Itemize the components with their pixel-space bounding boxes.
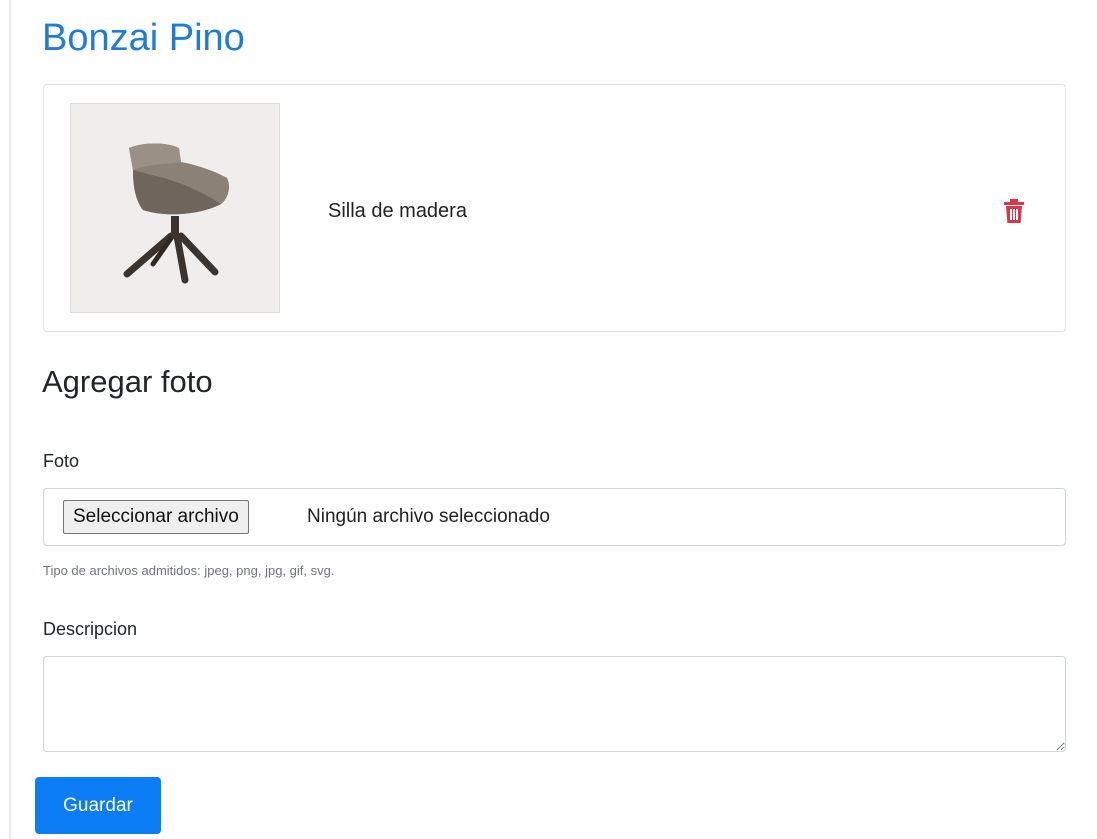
page-title: Bonzai Pino [42,17,245,59]
sidebar-divider [9,0,11,839]
photo-thumbnail [70,103,280,313]
choose-file-button[interactable]: Seleccionar archivo [63,500,249,534]
description-textarea[interactable] [43,656,1066,752]
photo-list-item: Silla de madera [43,84,1066,332]
file-types-help: Tipo de archivos admitidos: jpeg, png, j… [43,563,335,578]
photo-field-label: Foto [43,451,80,471]
delete-photo-button[interactable] [1002,197,1026,225]
file-status-text: Ningún archivo seleccionado [307,506,550,527]
description-field-label: Descripcion [43,619,138,639]
chair-photo-icon [123,143,229,284]
photo-file-input[interactable]: Seleccionar archivo Ningún archivo selec… [43,488,1066,546]
save-button[interactable]: Guardar [35,777,161,834]
trash-icon [1004,199,1024,223]
photo-description: Silla de madera [328,200,467,222]
add-photo-heading: Agregar foto [42,364,213,399]
